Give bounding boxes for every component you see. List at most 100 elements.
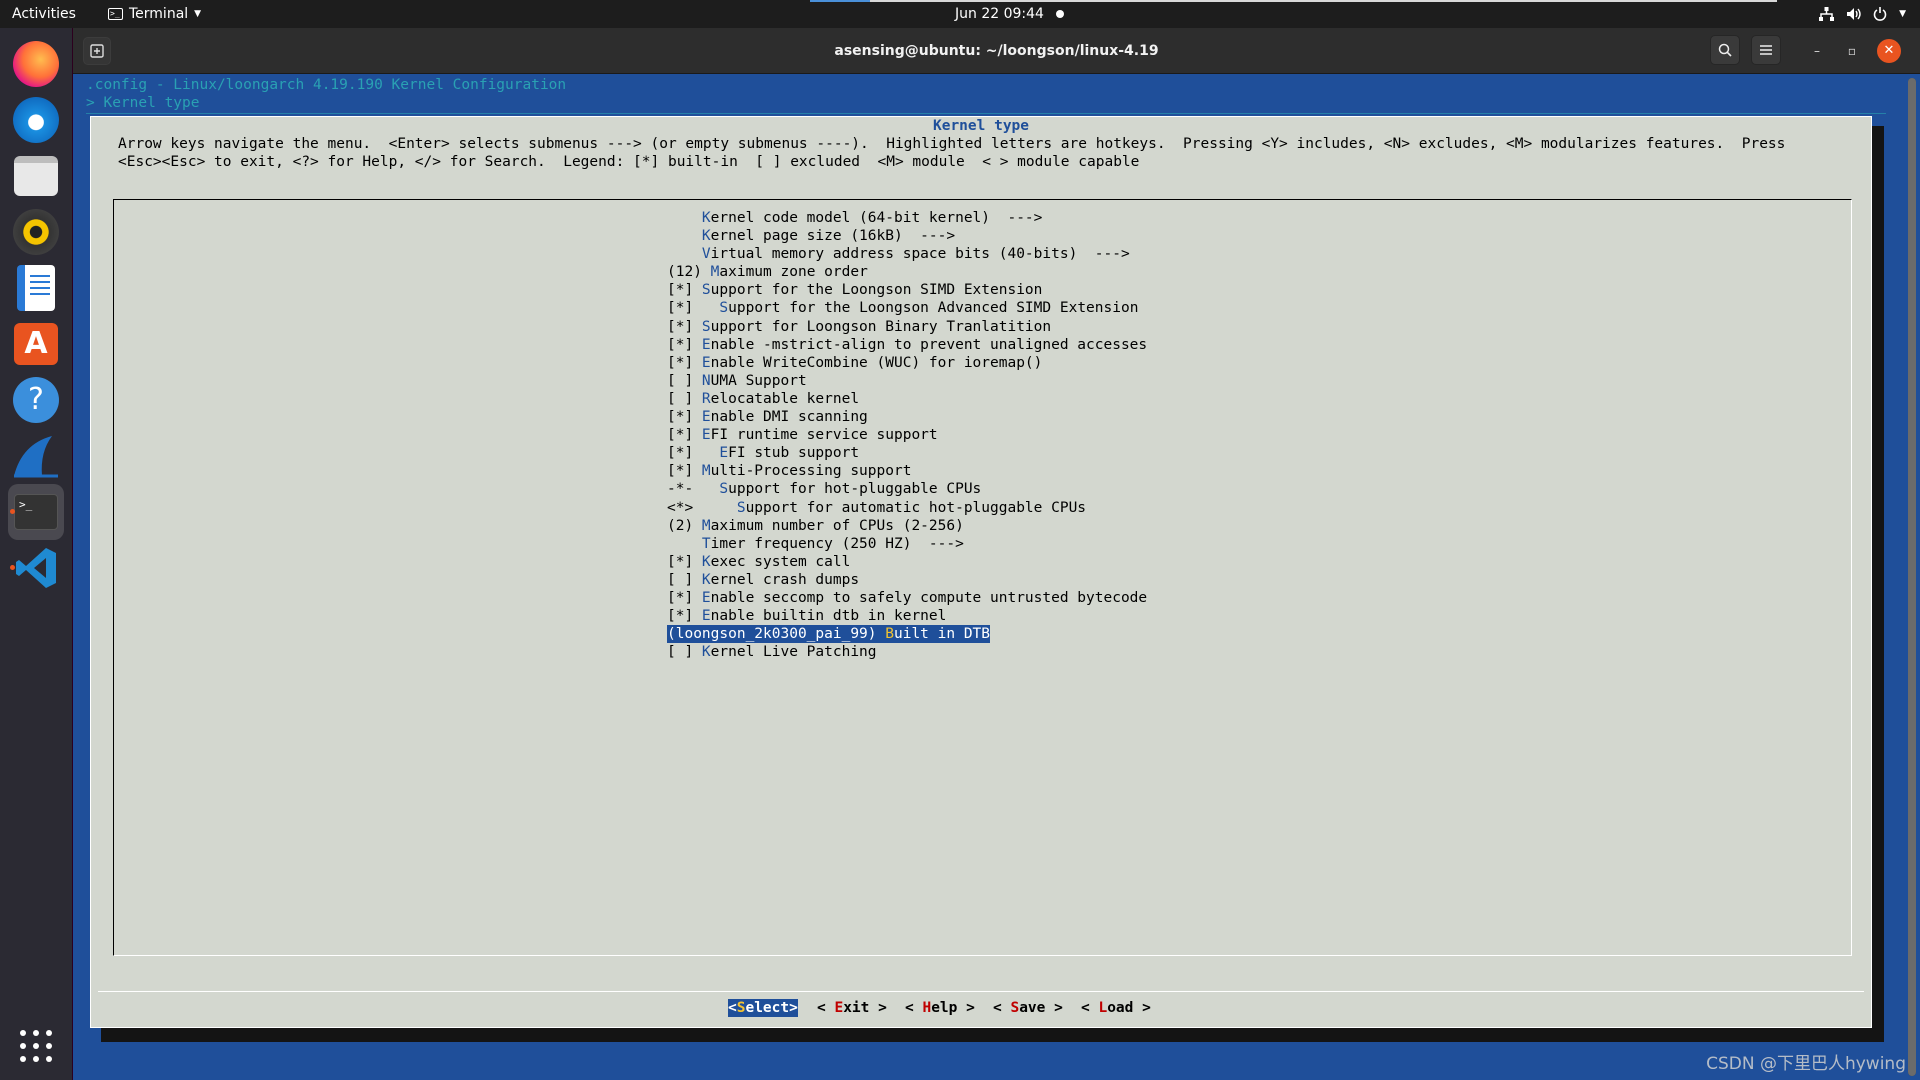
wireshark-icon [14, 436, 58, 478]
menu-item-rest: upport for hot-pluggable CPUs [728, 481, 982, 498]
dock-item-writer[interactable] [8, 260, 64, 316]
activities-button[interactable]: Activities [12, 0, 76, 28]
close-button[interactable]: ✕ [1877, 39, 1901, 63]
dock-item-vscode[interactable] [8, 540, 64, 596]
menu-item-rest: upport for automatic hot-pluggable CPUs [745, 499, 1087, 516]
dock-item-help[interactable]: ? [8, 372, 64, 428]
dock-item-files[interactable] [8, 148, 64, 204]
menu-item-rest: nable WriteCombine (WUC) for ioremap() [710, 354, 1043, 371]
dock-item-terminal[interactable]: >_ [8, 484, 64, 540]
dock-item-software[interactable]: A [8, 316, 64, 372]
system-tray[interactable]: ▼ [1819, 0, 1906, 28]
menu-item-hotkey: E [719, 445, 729, 462]
gnome-top-bar: Activities >_ Terminal ▼ Jun 22 09:44 ▼ [0, 0, 1920, 28]
new-tab-button[interactable] [83, 37, 111, 65]
menu-item-rest: uilt in DTB [893, 626, 991, 643]
terminal-scrollbar[interactable] [1908, 78, 1916, 1076]
menu-item-selected[interactable]: (loongson_2k0300_pai_99) Built in DTB [667, 625, 991, 644]
select-button[interactable]: <Select> [728, 999, 798, 1017]
menu-item[interactable]: [*] Support for the Loongson SIMD Extens… [667, 281, 1147, 299]
dock-item-thunderbird[interactable] [8, 92, 64, 148]
menu-item[interactable]: (12) Maximum zone order [667, 263, 1147, 281]
app-menu[interactable]: >_ Terminal ▼ [108, 0, 201, 28]
search-button[interactable] [1710, 35, 1740, 65]
menu-item-prefix: [ ] [667, 372, 702, 389]
window-header-bar[interactable]: asensing@ubuntu: ~/loongson/linux-4.19 –… [73, 28, 1920, 74]
hamburger-menu-button[interactable] [1751, 35, 1781, 65]
menu-item[interactable]: [ ] Kernel crash dumps [667, 571, 1147, 589]
menu-item-hotkey: E [701, 409, 711, 426]
menu-item[interactable]: [*] Enable DMI scanning [667, 408, 1147, 426]
terminal-window: asensing@ubuntu: ~/loongson/linux-4.19 –… [73, 28, 1920, 1080]
menu-item[interactable]: (2) Maximum number of CPUs (2-256) [667, 517, 1147, 535]
terminal-icon: >_ [14, 494, 58, 530]
dialog-title: Kernel type [932, 118, 1030, 134]
power-icon [1873, 7, 1887, 21]
exit-button[interactable]: < Exit > [817, 999, 887, 1017]
menu-item-rest: ernel page size (16kB) ---> [710, 228, 956, 245]
menu-item-hotkey: S [701, 282, 711, 299]
load-button[interactable]: < Load > [1081, 999, 1151, 1017]
menu-item[interactable]: Timer frequency (250 HZ) ---> [667, 535, 1147, 553]
menu-item[interactable]: [ ] NUMA Support [667, 372, 1147, 390]
clock[interactable]: Jun 22 09:44 [955, 0, 1064, 28]
files-icon [14, 156, 58, 196]
chevron-down-icon: ▼ [1899, 9, 1906, 19]
dialog-shadow [101, 1028, 1883, 1042]
dock-item-rhythmbox[interactable] [8, 204, 64, 260]
firefox-icon [13, 41, 59, 87]
help-button[interactable]: < Help > [905, 999, 975, 1017]
menu-item[interactable]: [*] Kexec system call [667, 553, 1147, 571]
terminal-content[interactable]: .config - Linux/loongarch 4.19.190 Kerne… [73, 74, 1920, 1080]
maximize-button[interactable]: ▫ [1840, 39, 1864, 63]
top-progress-segment [810, 0, 870, 2]
grid-dot-icon [20, 1056, 26, 1062]
menu-item[interactable]: Kernel page size (16kB) ---> [667, 227, 1147, 245]
running-indicator [10, 565, 15, 570]
menu-item[interactable]: -*- Support for hot-pluggable CPUs [667, 480, 1147, 498]
menu-item-hotkey: E [701, 354, 711, 371]
menu-item[interactable]: [*] EFI runtime service support [667, 426, 1147, 444]
menu-box: Kernel code model (64-bit kernel) ---> K… [113, 199, 1852, 956]
menu-item[interactable]: [*] Enable WriteCombine (WUC) for iorema… [667, 354, 1147, 372]
exit-button-post: xit > [843, 1000, 887, 1016]
menu-item-rest: nable -mstrict-align to prevent unaligne… [710, 336, 1148, 353]
menu-item-prefix: [*] [667, 427, 702, 444]
help-button-post: elp > [931, 1000, 975, 1016]
dock-item-wireshark[interactable] [8, 428, 64, 484]
scrollbar-thumb[interactable] [1908, 78, 1916, 1076]
menu-item-hotkey: K [701, 571, 711, 588]
help-button-hotkey: H [922, 1000, 932, 1016]
menu-item-prefix: [*] [667, 553, 702, 570]
menu-item[interactable]: Virtual memory address space bits (40-bi… [667, 245, 1147, 263]
dock-item-firefox[interactable] [8, 36, 64, 92]
minimize-button[interactable]: – [1805, 39, 1829, 63]
menu-item-hotkey: S [719, 481, 729, 498]
menu-item[interactable]: [*] Support for Loongson Binary Tranlati… [667, 318, 1147, 336]
menu-item[interactable]: [ ] Relocatable kernel [667, 390, 1147, 408]
menu-item-prefix: <*> [667, 499, 737, 516]
menu-item[interactable]: [*] Enable -mstrict-align to prevent una… [667, 336, 1147, 354]
load-button-pre: < [1081, 1000, 1099, 1016]
menu-item[interactable]: [*] EFI stub support [667, 444, 1147, 462]
network-icon [1819, 7, 1835, 21]
menu-item[interactable]: <*> Support for automatic hot-pluggable … [667, 499, 1147, 517]
menu-item[interactable]: [ ] Kernel Live Patching [667, 643, 1147, 661]
menu-item-hotkey: N [701, 372, 711, 389]
menu-item-hotkey: K [701, 210, 711, 226]
save-button[interactable]: < Save > [993, 999, 1063, 1017]
menu-item[interactable]: [*] Enable seccomp to safely compute unt… [667, 589, 1147, 607]
menu-item-prefix [667, 246, 702, 262]
grid-dot-icon [46, 1030, 52, 1036]
menu-item-hotkey: M [701, 463, 711, 480]
menu-item[interactable]: [*] Enable builtin dtb in kernel [667, 607, 1147, 625]
show-applications-button[interactable] [20, 1030, 52, 1062]
menu-item[interactable]: Kernel code model (64-bit kernel) ---> [667, 209, 1147, 227]
menu-item[interactable]: [*] Multi-Processing support [667, 462, 1147, 480]
menu-item-hotkey: E [701, 336, 711, 353]
load-button-hotkey: L [1098, 1000, 1108, 1016]
writer-icon [17, 265, 55, 311]
menu-item[interactable]: [*] Support for the Loongson Advanced SI… [667, 299, 1147, 317]
dialog-shadow-right [1872, 126, 1884, 1042]
dialog-divider [98, 991, 1864, 992]
